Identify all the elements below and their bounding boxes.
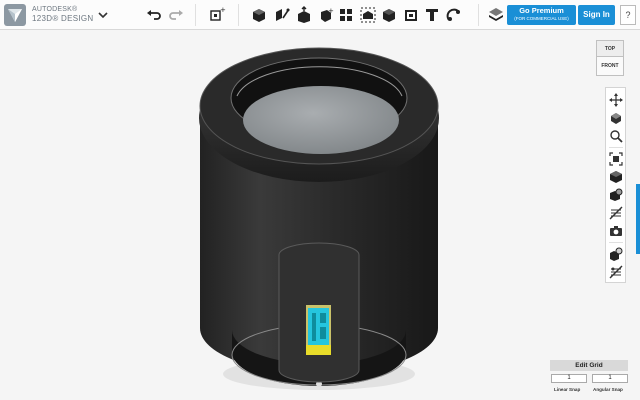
nav-divider <box>609 147 623 148</box>
undo-icon[interactable] <box>145 6 163 24</box>
pattern-icon[interactable]: + <box>316 6 334 24</box>
redo-icon[interactable] <box>167 6 185 24</box>
angular-snap-label: Angular Snap <box>593 387 623 392</box>
nav-divider <box>609 242 623 243</box>
help-button[interactable]: ? <box>620 5 636 25</box>
toolbar-divider <box>238 4 239 26</box>
linear-snap-label: Linear Snap <box>554 387 581 392</box>
3d-viewport[interactable]: TOP FRONT Edit Grid 1 1 Linear Snap Angu… <box>0 30 640 400</box>
display-glyph <box>320 313 326 323</box>
snap-icon[interactable] <box>445 6 463 24</box>
grid-panel: Edit Grid 1 1 Linear Snap Angular Snap <box>550 360 628 396</box>
fit-icon[interactable] <box>609 152 623 166</box>
material-icon[interactable] <box>487 6 505 24</box>
box-text-icon[interactable] <box>402 6 420 24</box>
pan-icon[interactable] <box>609 93 623 107</box>
go-premium-button[interactable]: Go Premium (FOR COMMERCIAL USE) <box>507 5 576 25</box>
brand-line2: 123D® DESIGN <box>32 14 94 23</box>
display-glyph <box>320 327 326 339</box>
sketch-icon[interactable] <box>250 6 268 24</box>
model-inner-disk <box>243 86 399 154</box>
view-cube-front[interactable]: FRONT <box>596 57 624 76</box>
hide-icon[interactable] <box>609 206 623 220</box>
navigation-bar <box>605 87 626 283</box>
main-menu-chevron-down-icon[interactable] <box>96 8 110 22</box>
modify-icon[interactable] <box>295 6 313 24</box>
display-base <box>306 345 331 355</box>
measure-icon[interactable] <box>380 6 398 24</box>
brand-line1: AUTODESK® <box>32 6 78 13</box>
go-premium-sublabel: (FOR COMMERCIAL USE) <box>514 16 569 21</box>
screenshot-icon[interactable] <box>609 224 623 238</box>
angular-snap-input[interactable]: 1 <box>592 374 628 383</box>
app-logo-icon[interactable] <box>4 4 26 26</box>
visibility-icon[interactable] <box>609 247 623 261</box>
hide-sketch-icon[interactable] <box>609 265 623 279</box>
app-brand: AUTODESK® 123D® DESIGN <box>32 5 94 23</box>
combine-icon[interactable] <box>359 6 377 24</box>
edit-grid-button[interactable]: Edit Grid <box>550 360 628 371</box>
display-glyph <box>312 313 316 341</box>
side-panel-tab[interactable] <box>636 184 640 254</box>
svg-text:+: + <box>220 6 226 14</box>
model-canvas <box>199 47 439 390</box>
view-cube[interactable]: TOP FRONT <box>596 40 624 76</box>
svg-text:+: + <box>328 7 334 15</box>
text-icon[interactable] <box>423 6 441 24</box>
orbit-icon[interactable] <box>609 111 623 125</box>
linear-snap-input[interactable]: 1 <box>551 374 587 383</box>
zoom-icon[interactable] <box>609 129 623 143</box>
primitives-icon[interactable]: + <box>208 6 226 24</box>
go-premium-label: Go Premium <box>519 6 564 15</box>
top-toolbar: AUTODESK® 123D® DESIGN + + Go Premium (F… <box>0 0 640 30</box>
toolbar-divider <box>478 4 479 26</box>
construct-icon[interactable] <box>273 6 291 24</box>
view-solid-icon[interactable] <box>609 170 623 184</box>
view-cube-top[interactable]: TOP <box>596 40 624 57</box>
group-icon[interactable] <box>337 6 355 24</box>
sign-in-button[interactable]: Sign In <box>578 5 615 25</box>
materials-view-icon[interactable] <box>609 188 623 202</box>
toolbar-divider <box>195 4 196 26</box>
